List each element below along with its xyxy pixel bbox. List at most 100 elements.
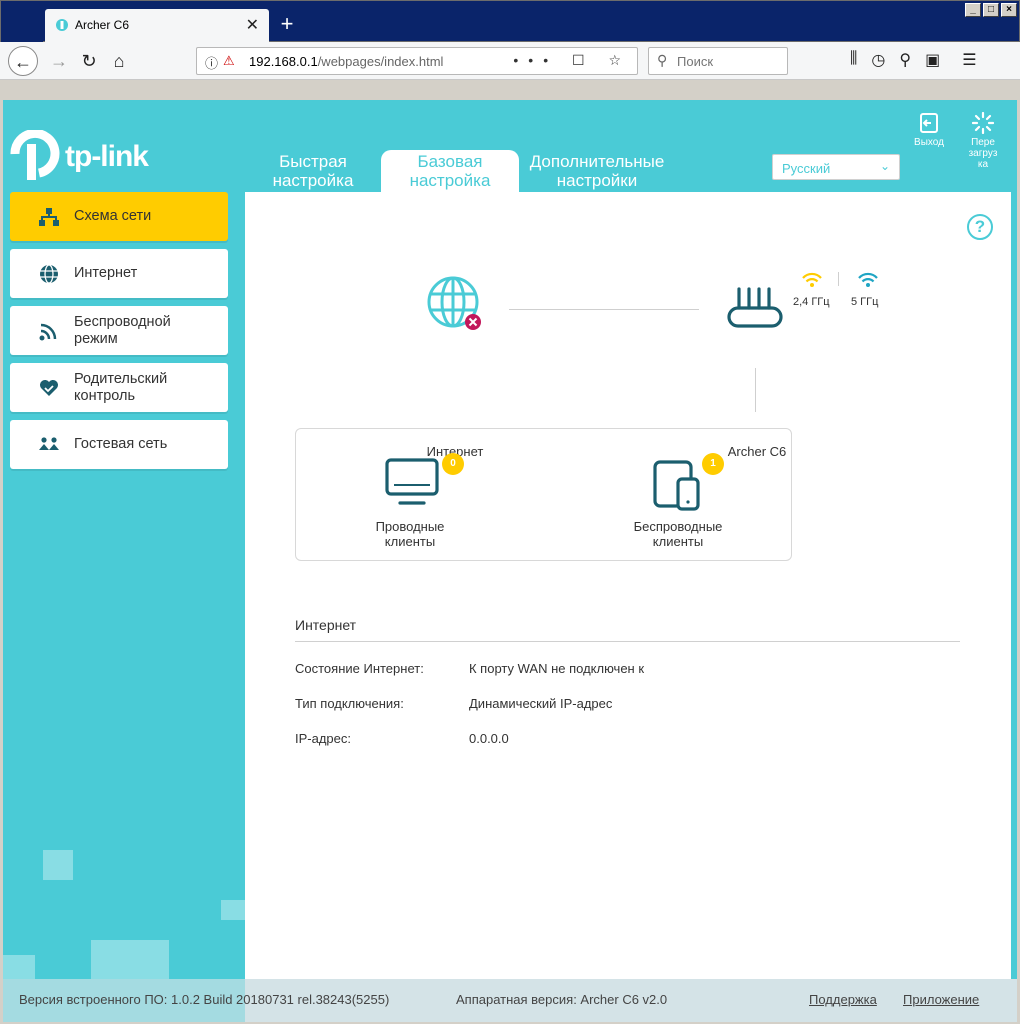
tab-quick-setup-line1: Быстрая xyxy=(279,152,347,171)
menu-icon[interactable]: ☰ xyxy=(962,50,976,70)
back-button[interactable]: ← xyxy=(8,46,38,76)
tab-basic[interactable]: Базовая настройка xyxy=(381,150,519,192)
hardware-version: Аппаратная версия: Archer C6 v2.0 xyxy=(456,992,668,1007)
url-bar[interactable]: ⓘ ⚠ 192.168.0.1/webpages/index.html ••• … xyxy=(196,47,638,75)
tab-quick-setup-line2: настройка xyxy=(272,171,354,190)
wifi-24ghz-icon[interactable] xyxy=(801,272,823,288)
insecure-lock-icon[interactable]: ⚠ xyxy=(223,53,235,69)
sidebar: Схема сети Интернет Беспроводной режим Р… xyxy=(10,192,228,477)
router-page: tp-link Быстрая настройка Базовая настро… xyxy=(3,100,1017,1022)
reload-button[interactable]: ↻ xyxy=(74,46,104,76)
wired-label-line1: Проводные xyxy=(375,519,445,534)
network-map-icon xyxy=(39,208,59,226)
connection-type-label: Тип подключения: xyxy=(295,696,404,711)
internet-globe-icon[interactable] xyxy=(427,276,483,332)
main-content: ? Интернет Archer C6 2,4 ГГц 5 ГГц 0 Про… xyxy=(245,192,1011,979)
section-divider xyxy=(295,641,960,642)
sidebar-item-internet[interactable]: Интернет xyxy=(10,249,228,298)
sidebar-item-label-line1: Родительский xyxy=(74,371,168,387)
language-select[interactable]: Русский ⌄ xyxy=(772,154,900,180)
clients-panel: 0 Проводные клиенты 1 Беспроводные клиен… xyxy=(295,428,792,561)
decor-square xyxy=(3,955,35,979)
window-controls: _ □ × xyxy=(965,3,1017,17)
sidebar-item-network-map[interactable]: Схема сети xyxy=(10,192,228,241)
page-actions-icon[interactable]: ••• ☐ ☆ xyxy=(513,52,631,69)
reader-view-icon[interactable]: ▣ xyxy=(925,50,940,70)
maximize-button[interactable]: □ xyxy=(983,3,999,17)
reboot-label-3: ка xyxy=(977,159,989,170)
sidebar-item-label: Схема сети xyxy=(74,208,152,224)
help-icon[interactable]: ? xyxy=(967,214,993,240)
tp-link-favicon-icon xyxy=(56,19,68,31)
app-link[interactable]: Приложение xyxy=(903,992,979,1007)
url-path: /webpages/index.html xyxy=(317,54,444,69)
sidebar-item-label: Родительский контроль xyxy=(74,371,214,405)
sidebar-item-wireless[interactable]: Беспроводной режим xyxy=(10,306,228,355)
tab-title: Archer C6 xyxy=(75,18,130,32)
tp-link-logo: tp-link xyxy=(9,130,159,180)
sidebar-item-label-line1: Беспроводной xyxy=(74,314,171,330)
search-bar[interactable]: ⚲ xyxy=(648,47,788,75)
tab-basic-line1: Базовая xyxy=(417,152,483,171)
sidebar-item-parental-control[interactable]: Родительский контроль xyxy=(10,363,228,412)
globe-icon xyxy=(40,264,58,284)
footer: Версия встроенного ПО: 1.0.2 Build 20180… xyxy=(3,979,1017,1022)
wired-clients-monitor-icon[interactable] xyxy=(384,457,440,507)
home-icon[interactable]: ⌂ xyxy=(104,46,134,76)
sidebar-item-label-line2: контроль xyxy=(74,388,136,404)
wired-label-line2: клиенты xyxy=(384,534,436,549)
band-24-label: 2,4 ГГц xyxy=(793,296,830,308)
heart-hand-icon xyxy=(40,380,58,396)
decor-square xyxy=(91,940,169,980)
ip-address-label: IP-адрес: xyxy=(295,731,351,746)
zoom-icon[interactable]: ⚲ xyxy=(899,50,911,70)
reboot-button[interactable]: Пере загруз ка xyxy=(961,112,1005,170)
sidebar-item-label-line2: режим xyxy=(74,331,118,347)
forward-button[interactable]: → xyxy=(44,46,74,76)
url-text[interactable]: 192.168.0.1/webpages/index.html xyxy=(249,54,443,69)
guest-icon xyxy=(39,437,59,450)
wireless-clients-devices-icon[interactable] xyxy=(652,459,702,511)
logo-text: tp-link xyxy=(65,140,149,173)
logout-label: Выход xyxy=(914,137,944,148)
tab-close-icon[interactable]: ✕ xyxy=(246,15,259,35)
toolbar-icons: ⫼ ◷ ⚲ ▣ ☰ xyxy=(850,50,977,70)
library-icon[interactable]: ⫼ xyxy=(850,50,857,70)
reboot-icon xyxy=(972,112,994,134)
tab-advanced[interactable]: Дополнительные настройки xyxy=(523,150,671,192)
wireless-icon xyxy=(39,323,57,341)
reboot-label-2: загруз xyxy=(968,148,998,159)
history-icon[interactable]: ◷ xyxy=(871,50,885,70)
wireless-count-badge: 1 xyxy=(702,453,724,475)
internet-section-title: Интернет xyxy=(295,617,357,633)
band-5-label: 5 ГГц xyxy=(851,296,879,308)
decor-square xyxy=(43,850,73,880)
internet-status-value: К порту WAN не подключен к xyxy=(469,661,645,676)
close-window-button[interactable]: × xyxy=(1001,3,1017,17)
search-icon: ⚲ xyxy=(657,52,668,68)
wireless-clients-label[interactable]: Беспроводные клиенты xyxy=(608,519,748,549)
connection-line xyxy=(509,309,699,310)
sidebar-item-guest-network[interactable]: Гостевая сеть xyxy=(10,420,228,469)
internet-status-label: Состояние Интернет: xyxy=(295,661,424,676)
sidebar-item-label: Беспроводной режим xyxy=(74,314,214,348)
logout-icon xyxy=(920,113,938,133)
new-tab-button[interactable]: + xyxy=(275,9,299,39)
logout-button[interactable]: Выход xyxy=(907,112,951,148)
router-icon[interactable] xyxy=(725,286,785,332)
firmware-version: Версия встроенного ПО: 1.0.2 Build 20180… xyxy=(19,992,390,1007)
router-clients-line xyxy=(755,368,756,412)
ip-address-value: 0.0.0.0 xyxy=(469,731,509,746)
search-input[interactable] xyxy=(677,52,781,70)
connection-type-value: Динамический IP-адрес xyxy=(469,696,613,711)
minimize-button[interactable]: _ xyxy=(965,3,981,17)
browser-tab[interactable]: Archer C6 ✕ xyxy=(45,9,269,43)
wired-clients-label[interactable]: Проводные клиенты xyxy=(350,519,470,549)
info-icon[interactable]: ⓘ xyxy=(205,53,218,72)
band-separator xyxy=(838,272,839,286)
reboot-label-1: Пере xyxy=(971,137,995,148)
support-link[interactable]: Поддержка xyxy=(809,992,877,1007)
tab-quick-setup[interactable]: Быстрая настройка xyxy=(265,150,361,192)
sidebar-item-label: Интернет xyxy=(74,265,138,281)
wifi-5ghz-icon[interactable] xyxy=(857,272,879,288)
